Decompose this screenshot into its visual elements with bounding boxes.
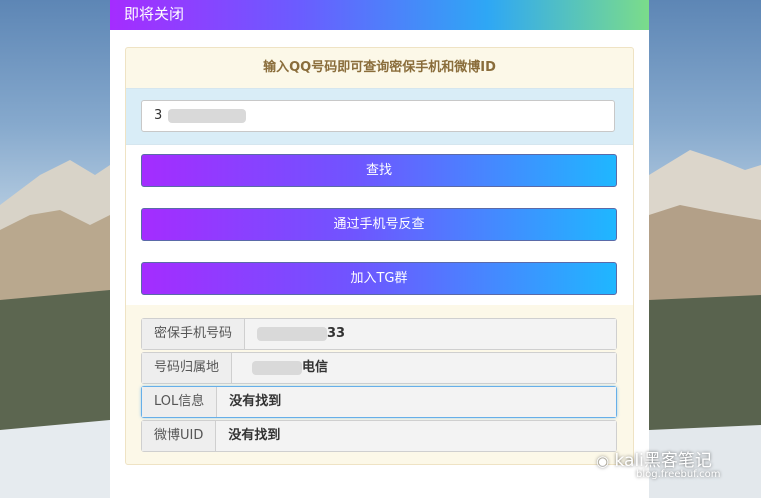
result-label: 号码归属地 [142,353,233,383]
watermark-url: blog.freebuf.com [636,469,721,480]
query-panel: 输入QQ号码即可查询密保手机和微博ID 3 查找 通过手机号反查 加入TG群 密… [125,47,634,465]
join-tg-button[interactable]: 加入TG群 [141,262,617,295]
result-row-lol: LOL信息 没有找到 [141,386,617,418]
result-value-text: 电信 [302,360,329,375]
qq-number-input[interactable]: 3 [141,100,615,132]
result-value-text: 33 [327,326,346,341]
redacted-blur [168,108,247,123]
redacted-blur [257,326,328,341]
result-value[interactable]: 没有找到 [217,387,616,417]
panel-title: 输入QQ号码即可查询密保手机和微博ID [263,60,496,75]
query-modal: 即将关闭 输入QQ号码即可查询密保手机和微博ID 3 查找 通过手机号反查 加入… [110,0,649,498]
result-value[interactable]: 33 [245,319,616,349]
wechat-icon: ◉ [596,452,610,470]
result-value[interactable]: 电信 [232,353,616,383]
results-list: 密保手机号码 33 号码归属地 电信 LOL信息 没有找到 微博UID 没有找到 [141,318,617,454]
search-button[interactable]: 查找 [141,154,617,187]
result-row-weibo: 微博UID 没有找到 [141,420,617,452]
button-area: 查找 通过手机号反查 加入TG群 [126,145,633,305]
reverse-lookup-button[interactable]: 通过手机号反查 [141,208,617,241]
result-label: 密保手机号码 [142,319,246,349]
input-band: 3 [126,88,633,145]
result-row-phone: 密保手机号码 33 [141,318,617,350]
result-row-location: 号码归属地 电信 [141,352,617,384]
result-label: 微博UID [142,421,217,451]
modal-header[interactable]: 即将关闭 [110,0,649,30]
watermark-text: kali黑客笔记 [614,451,712,471]
result-label: LOL信息 [142,387,218,417]
watermark: ◉ kali黑客笔记 blog.freebuf.com [596,446,721,480]
close-label[interactable]: 即将关闭 [124,5,184,23]
qq-input-value: 3 [154,108,163,123]
redacted-blur [252,360,303,375]
result-value[interactable]: 没有找到 [216,421,616,451]
